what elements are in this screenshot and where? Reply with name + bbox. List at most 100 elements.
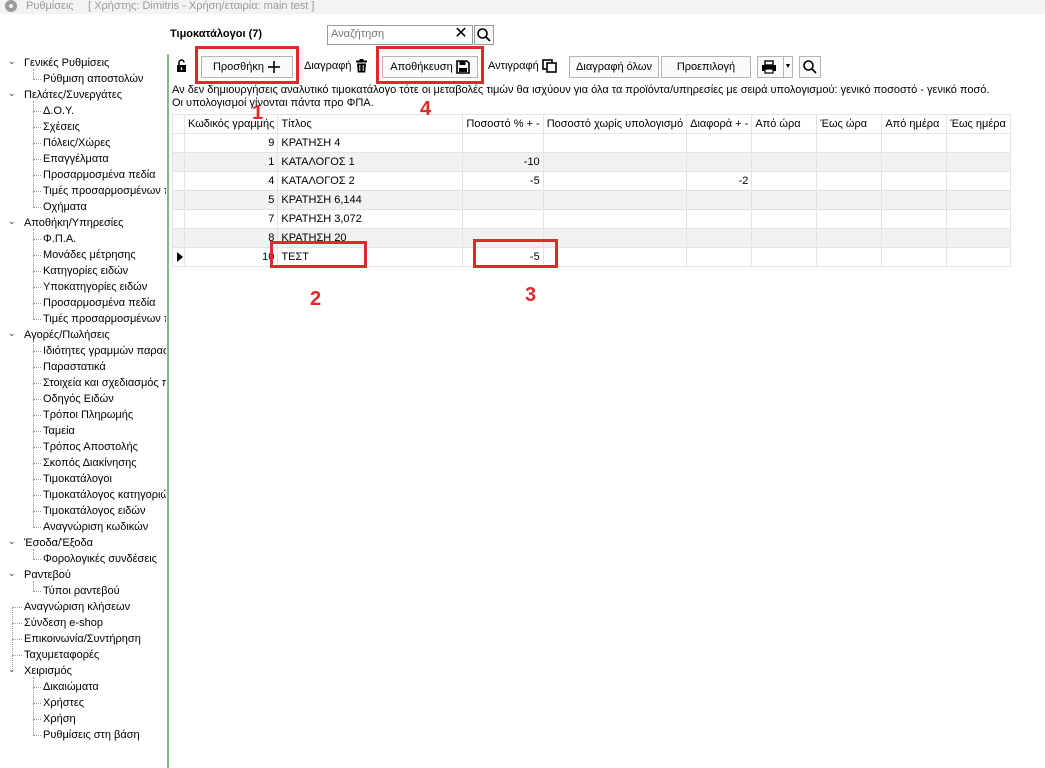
expand-chevron-icon[interactable]: ⌄ bbox=[8, 328, 16, 339]
column-header[interactable]: Ποσοστό χωρίς υπολογισμό bbox=[542, 114, 688, 134]
percent-nocalc-cell[interactable] bbox=[542, 190, 688, 210]
print-dropdown-chevron-icon[interactable]: ▼ bbox=[783, 57, 792, 77]
percent-nocalc-cell[interactable] bbox=[542, 133, 688, 153]
from-time-cell[interactable] bbox=[751, 190, 818, 210]
tree-leaf-item[interactable]: Πόλεις/Χώρες bbox=[43, 135, 110, 151]
title-cell[interactable]: ΚΡΑΤΗΣΗ 6,144 bbox=[277, 190, 464, 210]
unlock-icon[interactable] bbox=[175, 59, 189, 73]
row-indicator[interactable] bbox=[172, 209, 185, 229]
expand-chevron-icon[interactable]: ⌄ bbox=[8, 88, 16, 99]
code-cell[interactable]: 1 bbox=[183, 152, 279, 172]
delete-button[interactable]: Διαγραφή bbox=[304, 56, 368, 76]
code-cell[interactable]: 5 bbox=[183, 190, 279, 210]
tree-group-item[interactable]: Αναγνώριση κλήσεων bbox=[24, 599, 130, 615]
title-cell[interactable]: ΚΑΤΑΛΟΓΟΣ 2 bbox=[277, 171, 464, 191]
tree-leaf-item[interactable]: Τιμές προσαρμοσμένων πεδίων bbox=[43, 311, 166, 327]
to-time-cell[interactable] bbox=[816, 247, 883, 267]
row-indicator[interactable] bbox=[172, 228, 185, 248]
to-day-cell[interactable] bbox=[946, 171, 1012, 191]
percent-cell[interactable] bbox=[462, 209, 544, 229]
tree-leaf-item[interactable]: Οδηγός Ειδών bbox=[43, 391, 114, 407]
tree-leaf-item[interactable]: Αναγνώριση κωδικών bbox=[43, 519, 148, 535]
tree-leaf-item[interactable]: Οχήματα bbox=[43, 199, 87, 215]
to-time-cell[interactable] bbox=[816, 209, 883, 229]
tree-group-item[interactable]: Επικοινωνία/Συντήρηση bbox=[24, 631, 141, 647]
to-time-cell[interactable] bbox=[816, 152, 883, 172]
percent-cell[interactable]: -5 bbox=[462, 171, 544, 191]
from-day-cell[interactable] bbox=[881, 247, 948, 267]
expand-chevron-icon[interactable]: ⌄ bbox=[8, 56, 16, 67]
to-day-cell[interactable] bbox=[946, 209, 1012, 229]
percent-cell[interactable]: -10 bbox=[462, 152, 544, 172]
column-header[interactable]: Διαφορά + - bbox=[686, 114, 753, 134]
tree-group-item[interactable]: Ταχυμεταφορές bbox=[24, 647, 99, 663]
default-button[interactable]: Προεπιλογή bbox=[661, 56, 751, 78]
code-cell[interactable]: 7 bbox=[183, 209, 279, 229]
tree-leaf-item[interactable]: Ρυθμίσεις στη βάση bbox=[43, 727, 140, 743]
table-row[interactable]: 1 ΚΑΤΑΛΟΓΟΣ 1 -10 bbox=[172, 152, 1012, 172]
from-time-cell[interactable] bbox=[751, 171, 818, 191]
copy-button[interactable]: Αντιγραφή bbox=[488, 56, 557, 76]
column-header[interactable]: Από ώρα bbox=[751, 114, 818, 134]
column-header[interactable]: Τίτλος bbox=[277, 114, 464, 134]
tree-leaf-item[interactable]: Παραστατικά bbox=[43, 359, 106, 375]
percent-nocalc-cell[interactable] bbox=[542, 247, 688, 267]
search-button[interactable] bbox=[474, 25, 494, 45]
tree-leaf-item[interactable]: Χρήση bbox=[43, 711, 76, 727]
code-cell[interactable]: 8 bbox=[183, 228, 279, 248]
from-day-cell[interactable] bbox=[881, 171, 948, 191]
tree-group-item[interactable]: Γενικές Ρυθμίσεις bbox=[24, 55, 109, 71]
search-input[interactable] bbox=[331, 27, 449, 41]
tree-leaf-item[interactable]: Μονάδες μέτρησης bbox=[43, 247, 136, 263]
column-header[interactable]: Ποσοστό % + - bbox=[462, 114, 544, 134]
from-time-cell[interactable] bbox=[751, 247, 818, 267]
difference-cell[interactable] bbox=[686, 209, 753, 229]
title-cell[interactable]: ΚΑΤΑΛΟΓΟΣ 1 bbox=[277, 152, 464, 172]
code-cell[interactable]: 10 bbox=[183, 247, 279, 267]
difference-cell[interactable] bbox=[686, 190, 753, 210]
tree-leaf-item[interactable]: Δ.Ο.Υ. bbox=[43, 103, 74, 119]
column-header[interactable]: Έως ημέρα bbox=[946, 114, 1012, 134]
tree-group-item[interactable]: Σύνδεση e-shop bbox=[24, 615, 103, 631]
sidebar-splitter[interactable] bbox=[167, 54, 169, 768]
to-time-cell[interactable] bbox=[816, 133, 883, 153]
column-header[interactable]: Κωδικός γραμμής bbox=[183, 114, 279, 134]
clear-search-icon[interactable]: ✕ bbox=[454, 26, 468, 42]
tree-leaf-item[interactable]: Κατηγορίες ειδών bbox=[43, 263, 128, 279]
print-button[interactable]: ▼ bbox=[757, 56, 793, 78]
tree-leaf-item[interactable]: Σκοπός Διακίνησης bbox=[43, 455, 137, 471]
from-time-cell[interactable] bbox=[751, 152, 818, 172]
delete-all-button[interactable]: Διαγραφή όλων bbox=[569, 56, 659, 78]
tree-leaf-item[interactable]: Τύποι ραντεβού bbox=[43, 583, 120, 599]
tree-leaf-item[interactable]: Φ.Π.Α. bbox=[43, 231, 76, 247]
from-time-cell[interactable] bbox=[751, 133, 818, 153]
row-indicator[interactable] bbox=[172, 133, 185, 153]
to-time-cell[interactable] bbox=[816, 190, 883, 210]
tree-leaf-item[interactable]: Φορολογικές συνδέσεις bbox=[43, 551, 157, 567]
row-indicator[interactable] bbox=[172, 190, 185, 210]
expand-chevron-icon[interactable]: ⌄ bbox=[8, 568, 16, 579]
tree-group-item[interactable]: Χειρισμός bbox=[24, 663, 72, 679]
tree-group-item[interactable]: Ραντεβού bbox=[24, 567, 71, 583]
row-indicator[interactable] bbox=[172, 171, 185, 191]
table-row[interactable]: 9 ΚΡΑΤΗΣΗ 4 bbox=[172, 133, 1012, 153]
from-day-cell[interactable] bbox=[881, 228, 948, 248]
column-header[interactable]: Έως ώρα bbox=[816, 114, 883, 134]
tree-leaf-item[interactable]: Προσαρμοσμένα πεδία bbox=[43, 295, 156, 311]
row-indicator[interactable] bbox=[172, 152, 185, 172]
tree-leaf-item[interactable]: Στοιχεία και σχεδιασμός παραστατικών bbox=[43, 375, 166, 391]
from-day-cell[interactable] bbox=[881, 133, 948, 153]
preview-search-button[interactable] bbox=[799, 56, 821, 78]
to-time-cell[interactable] bbox=[816, 228, 883, 248]
tree-leaf-item[interactable]: Τιμοκατάλογοι bbox=[43, 471, 112, 487]
tree-leaf-item[interactable]: Τιμοκατάλογος ειδών bbox=[43, 503, 145, 519]
tree-leaf-item[interactable]: Τιμοκατάλογος κατηγοριών bbox=[43, 487, 166, 503]
to-time-cell[interactable] bbox=[816, 171, 883, 191]
tree-leaf-item[interactable]: Τιμές προσαρμοσμένων πεδίων bbox=[43, 183, 166, 199]
tree-leaf-item[interactable]: Δικαιώματα bbox=[43, 679, 99, 695]
expand-chevron-icon[interactable]: ⌄ bbox=[8, 216, 16, 227]
difference-cell[interactable] bbox=[686, 152, 753, 172]
from-day-cell[interactable] bbox=[881, 190, 948, 210]
tree-group-item[interactable]: Αποθήκη/Υπηρεσίες bbox=[24, 215, 123, 231]
tree-leaf-item[interactable]: Επαγγέλματα bbox=[43, 151, 109, 167]
